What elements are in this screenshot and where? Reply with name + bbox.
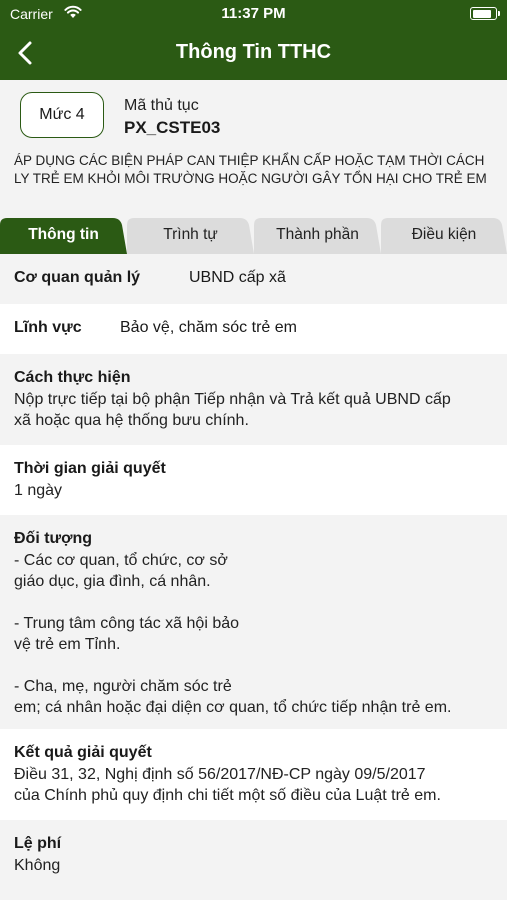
field-label: Lĩnh vực [14,319,82,336]
field-label: Đối tượng [14,530,93,547]
field-value: Điều 31, 32, Nghị định số 56/2017/NĐ-CP … [14,766,441,804]
field-label: Lệ phí [14,835,62,852]
tab-label: Thành phần [276,226,359,243]
field-value: Không [14,857,61,874]
field-agency: Cơ quan quản lý UBND cấp xã [0,254,507,304]
tab-thanh-phan[interactable]: Thành phần [254,216,381,254]
field-value: UBND cấp xã [189,269,286,286]
field-subjects: Đối tượng - Các cơ quan, tổ chức, cơ sở … [0,515,507,729]
procedure-header: Mức 4 Mã thủ tục PX_CSTE03 ÁP DỤNG CÁC B… [0,80,507,216]
field-label: Kết quả giải quyết [14,744,152,761]
tab-trinh-tu[interactable]: Trình tự [127,216,254,254]
tab-label: Trình tự [163,226,218,243]
level-badge: Mức 4 [20,92,104,138]
battery-level [472,9,492,18]
procedure-name: ÁP DỤNG CÁC BIỆN PHÁP CAN THIỆP KHẨN CẤP… [14,153,487,186]
tab-bar: Thông tin Trình tự Thành phần Điều kiện [0,216,507,254]
tab-label: Thông tin [28,226,99,243]
field-label: Thời gian giải quyết [14,460,166,477]
field-value: 1 ngày [14,482,63,499]
field-label: Cơ quan quản lý [14,269,141,286]
tab-label: Điều kiện [411,226,477,243]
field-duration: Thời gian giải quyết 1 ngày [0,445,507,515]
field-result: Kết quả giải quyết Điều 31, 32, Nghị địn… [0,729,507,820]
status-bar: Carrier 11:37 PM [0,0,507,28]
field-value: Bảo vệ, chăm sóc trẻ em [120,319,297,336]
navigation-bar: Thông Tin TTHC [0,28,507,80]
clock: 11:37 PM [221,5,286,22]
page-title: Thông Tin TTHC [175,41,332,63]
procedure-code-label: Mã thủ tục [124,97,199,114]
tab-dieu-kien[interactable]: Điều kiện [381,216,507,254]
field-label: Cách thực hiện [14,369,131,386]
field-fee: Lệ phí Không [0,820,507,900]
field-value: Nộp trực tiếp tại bộ phận Tiếp nhận và T… [14,391,451,429]
field-value: - Các cơ quan, tổ chức, cơ sở giáo dục, … [14,552,452,716]
field-method: Cách thực hiện Nộp trực tiếp tại bộ phận… [0,354,507,445]
tab-thong-tin[interactable]: Thông tin [0,216,127,254]
info-content: Cơ quan quản lý UBND cấp xã Lĩnh vực Bảo… [0,254,507,900]
battery-icon [470,7,500,20]
field-sector: Lĩnh vực Bảo vệ, chăm sóc trẻ em [0,304,507,354]
procedure-code-value: PX_CSTE03 [124,118,221,137]
